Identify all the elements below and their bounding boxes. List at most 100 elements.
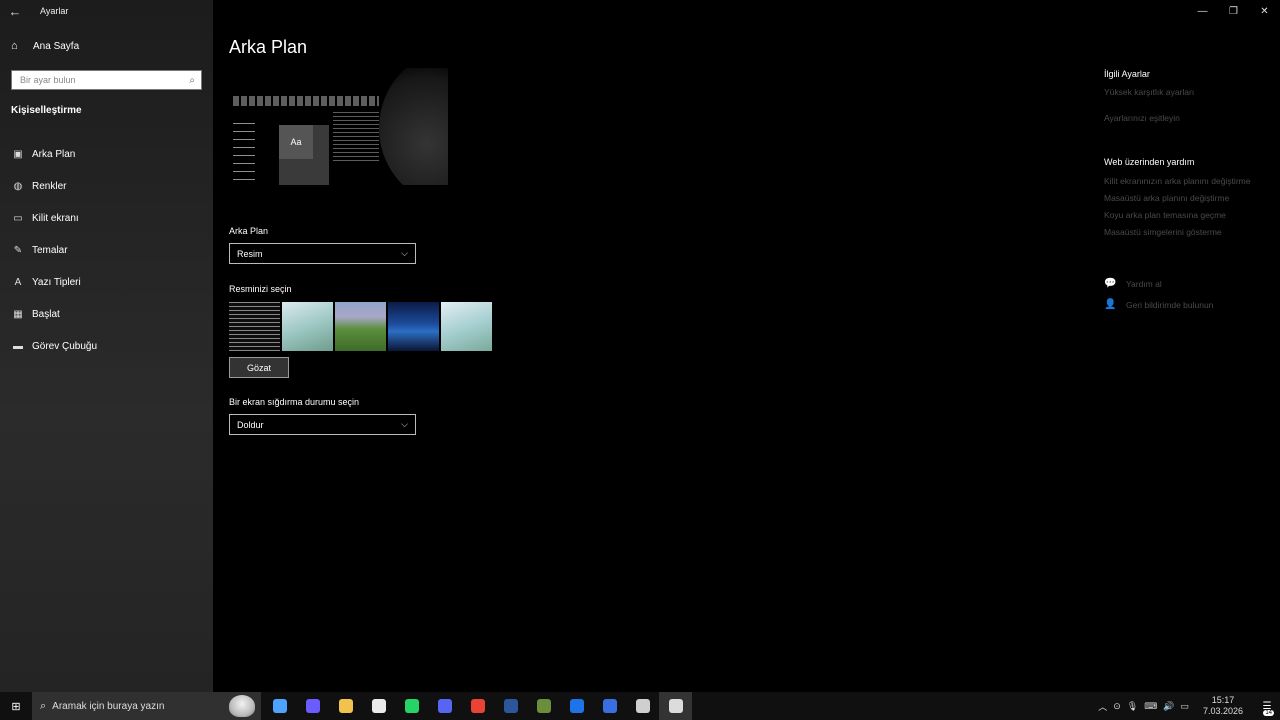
window-controls: — ❐ ✕ xyxy=(1187,0,1280,22)
clock-time: 15:17 xyxy=(1211,695,1235,705)
web-help-link[interactable]: Masaüstü arka planını değiştirme xyxy=(1104,193,1250,203)
feedback-link[interactable]: 👤 Geri bildirimde bulunun xyxy=(1104,299,1213,310)
sidebar-item-label: Renkler xyxy=(32,180,67,192)
section-title: Kişiselleştirme xyxy=(11,105,82,116)
discord-glyph xyxy=(437,699,452,713)
web-help-link[interactable]: Kilit ekranınızın arka planını değiştirm… xyxy=(1104,176,1250,186)
browse-button[interactable]: Gözat xyxy=(229,357,289,378)
store-icon[interactable] xyxy=(362,692,395,720)
web-help-link[interactable]: Koyu arka plan temasına geçme xyxy=(1104,210,1250,220)
taskbar-search-text: Aramak için buraya yazın xyxy=(52,700,165,712)
minimize-button[interactable]: — xyxy=(1187,0,1218,22)
sidebar-item-label: Temalar xyxy=(32,244,68,256)
sidebar-item-label: Yazı Tipleri xyxy=(32,276,81,288)
sidebar-item-fonts[interactable]: A Yazı Tipleri xyxy=(0,266,213,298)
related-link[interactable]: Ayarlarınızı eşitleyin xyxy=(1104,113,1194,123)
notification-badge: 14 xyxy=(1263,710,1274,716)
microphone-icon[interactable]: 🎙 xyxy=(1127,701,1138,712)
roblox-glyph xyxy=(602,699,617,713)
sidebar-item-label: Görev Çubuğu xyxy=(32,340,98,352)
sidebar-item-taskbar[interactable]: ▬ Görev Çubuğu xyxy=(0,330,213,362)
main-content: — ❐ ✕ Arka Plan Aa Arka Plan Resim ⌵ Res… xyxy=(213,0,1280,692)
taskbar-search-box[interactable]: ⌕ Aramak için buraya yazın xyxy=(32,692,261,720)
network-icon[interactable]: ⌨ xyxy=(1144,701,1157,712)
back-arrow-icon[interactable]: ← xyxy=(0,0,30,22)
taskbar-apps xyxy=(263,692,692,720)
language-icon[interactable]: ▭ xyxy=(1180,701,1189,712)
related-settings-title: İlgili Ayarlar xyxy=(1104,69,1150,79)
notification-center-icon[interactable]: ☰ 14 xyxy=(1254,692,1280,720)
whatsapp-glyph xyxy=(404,699,419,713)
picture-thumbnail[interactable] xyxy=(282,302,333,351)
chrome-glyph xyxy=(470,699,485,713)
close-button[interactable]: ✕ xyxy=(1249,0,1280,22)
volume-icon[interactable]: 🔊 xyxy=(1163,701,1174,712)
security-glyph xyxy=(569,699,584,713)
picture-thumbnail[interactable] xyxy=(441,302,492,351)
whatsapp-icon[interactable] xyxy=(395,692,428,720)
start-icon: ▦ xyxy=(13,308,23,320)
preview-text-lines xyxy=(233,96,379,106)
chevron-down-icon: ⌵ xyxy=(401,419,408,429)
sidebar-item-themes[interactable]: ✎ Temalar xyxy=(0,234,213,266)
home-icon: ⌂ xyxy=(11,40,18,52)
web-help-title: Web üzerinden yardım xyxy=(1104,157,1195,167)
settings-glyph xyxy=(668,699,683,713)
restore-button[interactable]: ❐ xyxy=(1218,0,1249,22)
background-preview: Aa xyxy=(229,68,448,185)
sidebar-item-label: Başlat xyxy=(32,308,60,320)
taskbar-icon: ▬ xyxy=(13,340,23,352)
search-icon[interactable]: ⌕ xyxy=(189,75,195,86)
discord-icon[interactable] xyxy=(428,692,461,720)
sidebar-item-colors[interactable]: ◍ Renkler xyxy=(0,170,213,202)
chevron-up-icon[interactable]: ︿ xyxy=(1098,700,1107,713)
browser-icon[interactable] xyxy=(626,692,659,720)
related-settings: İlgili Ayarlar Yüksek karşıtlık ayarları… xyxy=(1104,69,1194,123)
roblox-icon[interactable] xyxy=(593,692,626,720)
search-icon: ⌕ xyxy=(40,699,47,712)
security-icon[interactable] xyxy=(560,692,593,720)
feedback-icon: 👤 xyxy=(1104,299,1117,310)
meet-now-icon[interactable]: ⊙ xyxy=(1113,701,1121,712)
sidebar-item-label: Kilit ekranı xyxy=(32,212,79,224)
settings-icon[interactable] xyxy=(659,692,692,720)
lock-screen-icon: ▭ xyxy=(13,212,23,224)
file-explorer-glyph xyxy=(338,699,353,713)
home-link[interactable]: ⌂ Ana Sayfa xyxy=(11,40,79,52)
personalization-nav: ▣ Arka Plan ◍ Renkler ▭ Kilit ekranı ✎ T… xyxy=(0,138,213,362)
sidebar-item-start[interactable]: ▦ Başlat xyxy=(0,298,213,330)
chrome-icon[interactable] xyxy=(461,692,494,720)
picture-thumbnail[interactable] xyxy=(335,302,386,351)
copilot-icon[interactable] xyxy=(296,692,329,720)
web-help-section: Web üzerinden yardım Kilit ekranınızın a… xyxy=(1104,157,1250,237)
sidebar-item-lock-screen[interactable]: ▭ Kilit ekranı xyxy=(0,202,213,234)
settings-search-box[interactable]: ⌕ xyxy=(11,70,202,90)
file-explorer-icon[interactable] xyxy=(329,692,362,720)
picture-thumbnails xyxy=(229,302,492,351)
page-title: Arka Plan xyxy=(229,37,308,57)
background-type-label: Arka Plan xyxy=(229,226,269,236)
word-icon[interactable] xyxy=(494,692,527,720)
sidebar-item-label: Arka Plan xyxy=(32,148,76,160)
settings-search-input[interactable] xyxy=(18,74,178,86)
fit-dropdown[interactable]: Doldur ⌵ xyxy=(229,414,416,435)
clock[interactable]: 15:17 7.03.2026 xyxy=(1200,695,1246,717)
background-type-value: Resim xyxy=(237,248,263,259)
preview-tile-aa: Aa xyxy=(279,125,313,159)
picture-thumbnail[interactable] xyxy=(388,302,439,351)
minecraft-icon[interactable] xyxy=(527,692,560,720)
system-tray: ︿ ⊙ 🎙 ⌨ 🔊 ▭ 15:17 7.03.2026 ☰ 14 xyxy=(1095,692,1280,720)
web-help-link[interactable]: Masaüstü simgelerini gösterme xyxy=(1104,227,1250,237)
background-type-dropdown[interactable]: Resim ⌵ xyxy=(229,243,416,264)
related-link[interactable]: Yüksek karşıtlık ayarları xyxy=(1104,87,1194,97)
home-label: Ana Sayfa xyxy=(33,40,80,52)
fit-label: Bir ekran sığdırma durumu seçin xyxy=(229,397,360,407)
title-bar: ← Ayarlar xyxy=(0,0,69,22)
picture-thumbnail[interactable] xyxy=(229,302,280,351)
browser-glyph xyxy=(635,699,650,713)
get-help-link[interactable]: 💬 Yardım al xyxy=(1104,278,1162,289)
windows-start-icon[interactable]: ⊞ xyxy=(0,692,32,720)
sidebar-item-background[interactable]: ▣ Arka Plan xyxy=(0,138,213,170)
task-view-icon[interactable] xyxy=(263,692,296,720)
app-title: Ayarlar xyxy=(40,6,69,16)
